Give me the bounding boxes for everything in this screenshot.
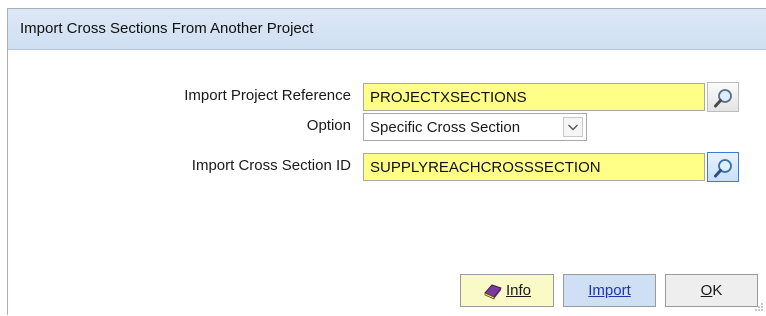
cross-section-id-lookup-button[interactable] bbox=[707, 152, 739, 182]
cross-section-id-field[interactable]: SUPPLYREACHCROSSSECTION bbox=[363, 153, 705, 181]
ok-button-label-mnemonic: O bbox=[700, 282, 713, 299]
chevron-down-icon bbox=[568, 124, 578, 131]
import-button[interactable]: Import bbox=[563, 274, 656, 307]
magnifier-icon bbox=[714, 89, 732, 108]
resize-grip-icon[interactable] bbox=[754, 302, 764, 312]
option-select[interactable]: Specific Cross Section bbox=[363, 113, 587, 141]
ok-button-label-rest: K bbox=[712, 282, 723, 299]
ok-button[interactable]: OK bbox=[665, 274, 758, 307]
option-dropdown-button[interactable] bbox=[563, 117, 583, 137]
option-selected-value: Specific Cross Section bbox=[370, 119, 521, 136]
info-button[interactable]: Info bbox=[460, 274, 554, 307]
info-button-label: Info bbox=[505, 282, 532, 299]
import-cross-sections-dialog: Import Cross Sections From Another Proje… bbox=[7, 8, 766, 315]
title-bar: Import Cross Sections From Another Proje… bbox=[8, 9, 766, 50]
option-label: Option bbox=[306, 117, 351, 134]
project-reference-label: Import Project Reference bbox=[184, 87, 351, 104]
cross-section-id-label: Import Cross Section ID bbox=[191, 157, 351, 174]
book-icon bbox=[484, 283, 502, 300]
dialog-title: Import Cross Sections From Another Proje… bbox=[20, 20, 314, 37]
project-reference-lookup-button[interactable] bbox=[707, 82, 739, 112]
project-reference-field[interactable]: PROJECTXSECTIONS bbox=[363, 83, 705, 111]
magnifier-icon bbox=[714, 159, 732, 178]
import-button-label: Import bbox=[588, 282, 631, 299]
